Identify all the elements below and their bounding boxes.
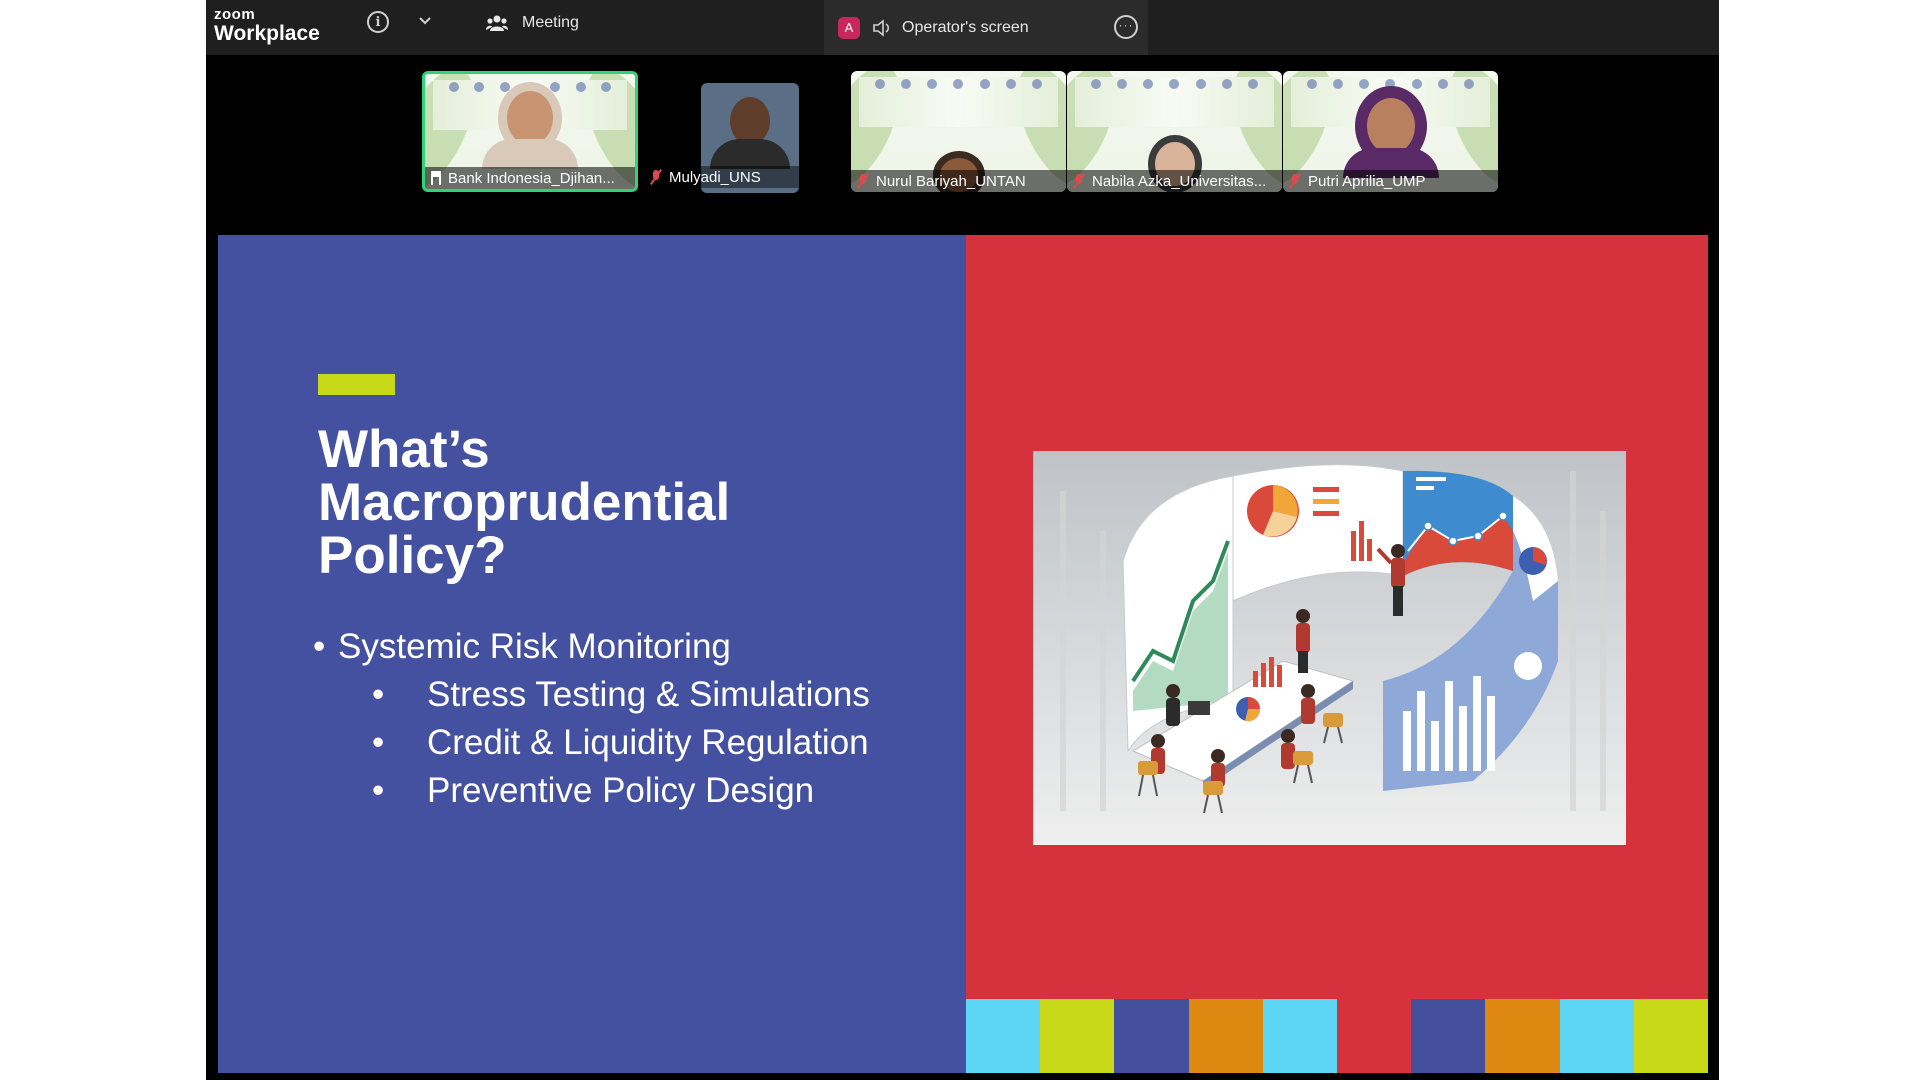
brand-bottom: Workplace — [214, 22, 320, 45]
color-block — [1188, 999, 1263, 1073]
bullet-glyph: • — [372, 675, 385, 714]
color-block — [1262, 999, 1338, 1073]
bullet-text: Systemic Risk Monitoring — [338, 627, 731, 666]
participant-name: Nurul Bariyah_UNTAN — [876, 172, 1026, 190]
bullet-text: Preventive Policy Design — [427, 771, 815, 810]
participant-tile[interactable]: Nurul Bariyah_UNTAN — [851, 71, 1066, 192]
bullet-glyph: • — [313, 627, 326, 666]
participant-tile[interactable]: Nabila Azka_Universitas... — [1067, 71, 1282, 192]
accent-bar — [318, 374, 395, 395]
title-bar: zoom Workplace i Meeting A Operator's sc… — [206, 0, 1719, 55]
mic-muted-icon — [1289, 174, 1301, 188]
participant-tile[interactable]: Bank Indonesia_Djihan... — [422, 71, 638, 192]
bullet-glyph: • — [372, 723, 385, 762]
mic-muted-icon — [650, 170, 662, 184]
slide-title: What’s Macroprudential Policy? — [318, 423, 918, 582]
mic-muted-icon — [1073, 174, 1085, 188]
color-block — [1633, 999, 1708, 1073]
speaker-icon[interactable] — [872, 18, 892, 37]
zoom-window: zoom Workplace i Meeting A Operator's sc… — [206, 0, 1719, 1080]
participant-name-bar: Putri Aprilia_UMP — [1283, 170, 1498, 192]
operator-screen-label: Operator's screen — [902, 18, 1029, 36]
decorative-color-blocks — [966, 999, 1708, 1073]
participant-name-bar: Nurul Bariyah_UNTAN — [851, 170, 1066, 192]
sub-bullet-item: • Credit & Liquidity Regulation — [372, 723, 869, 763]
bullet-glyph: • — [372, 771, 385, 810]
logo-row — [1299, 79, 1482, 91]
info-icon[interactable]: i — [367, 11, 389, 33]
bullet-text: Credit & Liquidity Regulation — [427, 723, 869, 762]
color-block — [1411, 999, 1486, 1073]
meeting-menu-button[interactable]: Meeting — [486, 14, 579, 32]
color-block — [966, 999, 1041, 1073]
chevron-down-icon[interactable] — [416, 12, 434, 30]
pin-icon — [431, 171, 441, 185]
participant-name: Bank Indonesia_Djihan... — [448, 169, 615, 187]
zoom-workplace-logo: zoom Workplace — [214, 7, 320, 46]
participants-icon — [486, 15, 508, 31]
title-line: What’s — [318, 420, 490, 479]
title-line: Policy? — [318, 526, 507, 585]
mic-muted-icon — [857, 174, 869, 188]
color-block — [1559, 999, 1634, 1073]
meeting-label: Meeting — [522, 14, 579, 31]
participant-name: Mulyadi_UNS — [669, 168, 761, 186]
more-options-icon[interactable]: ··· — [1114, 15, 1138, 39]
color-block — [1485, 999, 1560, 1073]
title-line: Macroprudential — [318, 473, 731, 532]
shared-slide: What’s Macroprudential Policy? • Systemi… — [218, 235, 1708, 1073]
logo-row — [867, 79, 1050, 91]
participant-video — [482, 91, 578, 169]
brand-top: zoom — [214, 6, 256, 23]
color-block — [1114, 999, 1189, 1073]
analytics-team-illustration — [1033, 451, 1626, 845]
participant-video — [710, 97, 790, 169]
sub-bullet-item: • Preventive Policy Design — [372, 771, 814, 811]
participant-name: Putri Aprilia_UMP — [1308, 172, 1426, 190]
bullet-text: Stress Testing & Simulations — [427, 675, 870, 714]
color-block — [1040, 999, 1115, 1073]
logo-row — [1083, 79, 1266, 91]
participant-name-bar: Nabila Azka_Universitas... — [1067, 170, 1282, 192]
participant-name-bar: Bank Indonesia_Djihan... — [425, 167, 635, 189]
participant-tile[interactable]: Putri Aprilia_UMP — [1283, 71, 1498, 192]
color-block — [1337, 999, 1412, 1073]
participant-video — [1342, 98, 1439, 178]
bullet-item: • Systemic Risk Monitoring — [313, 627, 731, 667]
operator-screen-tab[interactable]: A Operator's screen ··· — [824, 0, 1148, 55]
participant-name: Nabila Azka_Universitas... — [1092, 172, 1267, 190]
operator-avatar: A — [838, 16, 860, 39]
participant-name-bar: Mulyadi_UNS — [644, 166, 804, 188]
sub-bullet-item: • Stress Testing & Simulations — [372, 675, 870, 715]
